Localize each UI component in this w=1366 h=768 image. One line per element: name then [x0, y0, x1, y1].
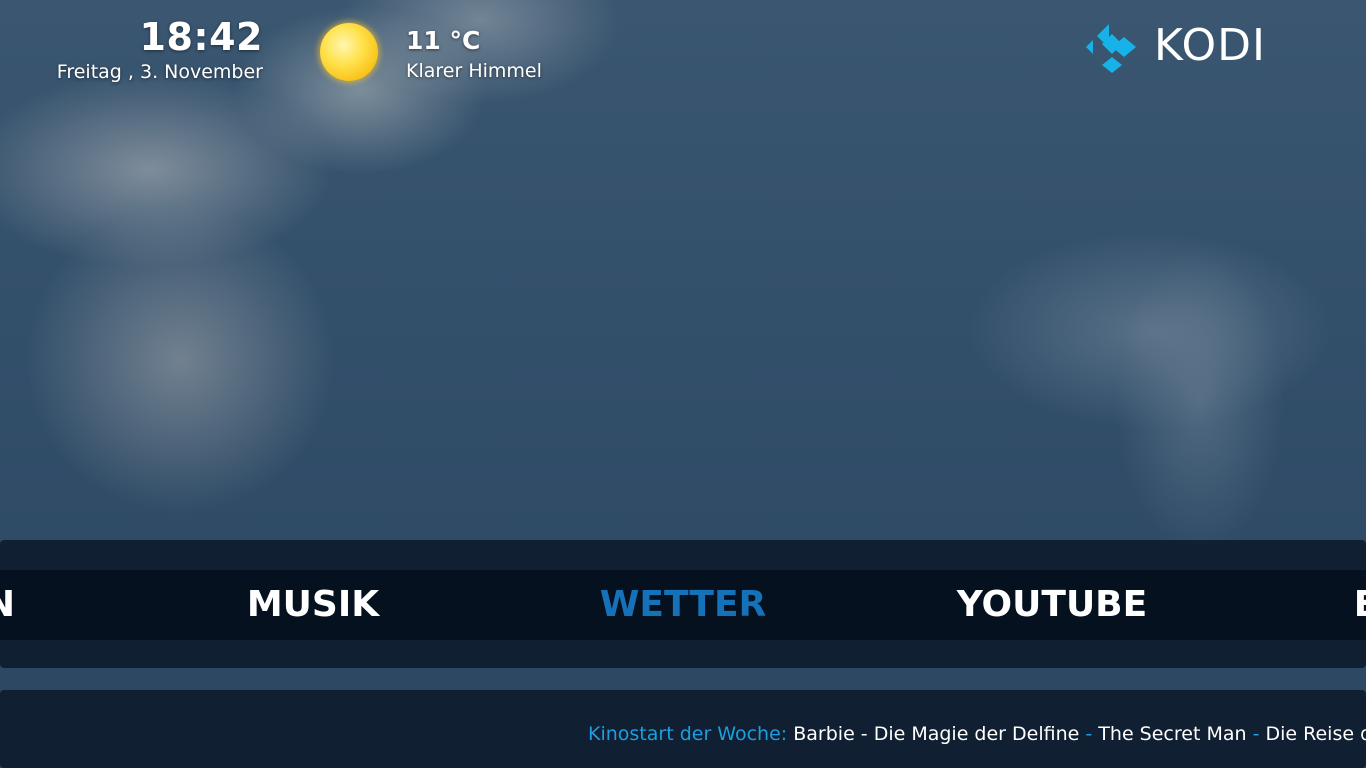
menu-item-musik[interactable]: MUSIK: [247, 570, 379, 640]
weather-temperature: 11 °C: [406, 26, 481, 55]
weather-condition: Klarer Himmel: [406, 60, 542, 82]
ticker-item: The Secret Man: [1098, 723, 1247, 745]
weather-widget[interactable]: 11 °C Klarer Himmel: [406, 25, 542, 85]
home-screen: 18:42 Freitag , 3. November 11 °C Klarer…: [0, 0, 1366, 768]
kodi-logo-text: KODI: [1154, 20, 1266, 71]
menu-item-partial-left[interactable]: N: [0, 570, 15, 640]
ticker-label: Kinostart der Woche:: [588, 723, 788, 745]
ticker-separator: -: [1252, 723, 1260, 745]
menu-item-wetter[interactable]: WETTER: [600, 570, 767, 640]
sun-icon: [320, 23, 378, 81]
ticker-item: Die Reise der Pin: [1265, 723, 1366, 745]
main-menu: N MUSIK WETTER YOUTUBE E: [0, 570, 1366, 640]
menu-item-youtube[interactable]: YOUTUBE: [957, 570, 1147, 640]
ticker-item: Barbie - Die Magie der Delfine: [793, 723, 1080, 745]
news-ticker-band: Kinostart der Woche: Barbie - Die Magie …: [0, 690, 1366, 768]
clock-time: 18:42: [139, 15, 263, 59]
ticker-separator: -: [1085, 723, 1093, 745]
kodi-logo-icon: [1086, 24, 1136, 73]
clock-date: Freitag , 3. November: [56, 61, 263, 83]
clock-widget: 18:42 Freitag , 3. November: [57, 14, 263, 84]
news-ticker: Kinostart der Woche: Barbie - Die Magie …: [588, 722, 1366, 746]
menu-item-partial-right[interactable]: E: [1354, 570, 1366, 640]
